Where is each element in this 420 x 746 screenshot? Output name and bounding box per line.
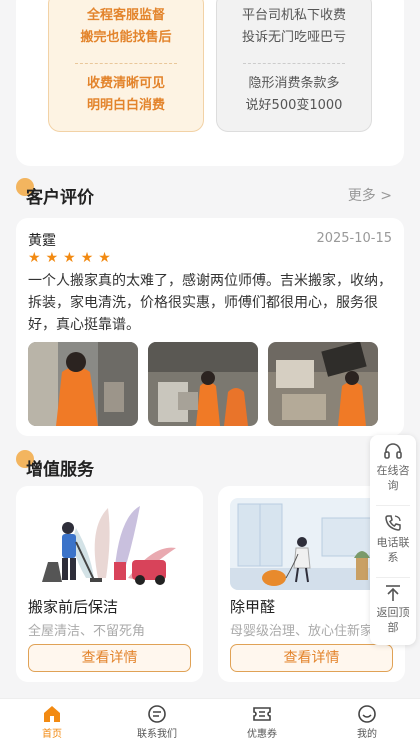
services-header: 增值服务	[16, 450, 404, 482]
tab-mine[interactable]: 我的	[332, 705, 402, 740]
formaldehyde-illustration	[230, 498, 393, 590]
coupon-icon	[253, 707, 271, 721]
phone-icon	[385, 515, 401, 531]
review-date: 2025-10-15	[316, 231, 392, 246]
cleaning-illustration	[28, 498, 191, 590]
reviews-title: 客户评价	[26, 188, 94, 208]
service-title: 搬家前后保洁	[28, 598, 119, 616]
floating-toolbar: 在线咨 询 电话联 系 返回顶 部	[370, 435, 416, 645]
advantage-line-3: 收费清晰可见	[86, 76, 165, 91]
arrow-up-icon	[386, 585, 400, 601]
drawback-line-3: 隐形消费条款多	[248, 76, 340, 91]
online-consult-label-2: 询	[387, 479, 399, 492]
other-platforms-box: 平台司机私下收费 投诉无门吃哑巴亏 隐形消费条款多 说好500变1000	[216, 0, 372, 132]
chat-icon	[148, 705, 166, 723]
online-consult-button[interactable]: 在线咨 询	[370, 441, 416, 493]
star-icon: ★	[28, 250, 41, 266]
review-photo[interactable]	[268, 342, 378, 426]
reviewer-name: 黄霆	[28, 233, 56, 249]
rating-stars: ★ ★ ★ ★ ★	[28, 250, 111, 266]
back-to-top-label-2: 部	[387, 621, 399, 634]
advantage-line-4: 明明白白消费	[86, 98, 165, 113]
tab-coupon-label: 优惠券	[247, 729, 277, 740]
services-title: 增值服务	[26, 460, 94, 480]
drawback-line-4: 说好500变1000	[245, 98, 343, 113]
online-consult-label-1: 在线咨	[376, 464, 410, 477]
divider	[376, 577, 410, 578]
service-subtitle: 母婴级治理、放心住新家	[230, 624, 374, 639]
bottom-tab-bar: 首页 联系我们 优惠券 我的	[0, 698, 420, 746]
drawback-line-2: 投诉无门吃哑巴亏	[241, 30, 346, 45]
star-icon: ★	[80, 250, 94, 266]
reviews-header: 客户评价 更多 >	[16, 178, 404, 210]
phone-contact-button[interactable]: 电话联 系	[370, 513, 416, 565]
advantage-line-1: 全程客服监督	[86, 8, 165, 23]
view-details-button[interactable]: 查看详情	[230, 644, 393, 672]
star-icon: ★	[45, 250, 59, 266]
service-title: 除甲醛	[230, 598, 276, 616]
divider	[75, 63, 177, 64]
back-to-top-button[interactable]: 返回顶 部	[370, 583, 416, 635]
more-reviews-link[interactable]: 更多 >	[348, 185, 392, 205]
drawback-line-1: 平台司机私下收费	[241, 8, 346, 23]
phone-contact-label-2: 系	[387, 551, 399, 564]
tab-home-label: 首页	[42, 729, 62, 740]
smiley-icon	[358, 705, 376, 723]
advantage-line-2: 搬完也能找售后	[80, 30, 172, 45]
tab-contact-label: 联系我们	[137, 729, 177, 740]
review-text: 一个人搬家真的太难了，感谢两位师傅。吉米搬家，收纳，拆装，家电清洗，价格很实惠，…	[28, 273, 392, 333]
star-icon: ★	[63, 250, 76, 266]
service-card-cleaning[interactable]: 搬家前后保洁 全屋清洁、不留死角 查看详情	[16, 486, 203, 682]
tab-home[interactable]: 首页	[17, 705, 87, 740]
home-icon	[44, 706, 60, 722]
review-photo[interactable]	[28, 342, 138, 426]
service-subtitle: 全屋清洁、不留死角	[28, 624, 146, 639]
tab-coupon[interactable]: 优惠券	[227, 705, 297, 740]
platform-advantages-box: 全程客服监督 搬完也能找售后 收费清晰可见 明明白白消费	[48, 0, 204, 132]
star-icon: ★	[98, 250, 111, 266]
back-to-top-label-1: 返回顶	[376, 606, 410, 619]
review-card: 黄霆 2025-10-15 ★ ★ ★ ★ ★ 一个人搬家真的太难了，感谢两位师…	[16, 218, 404, 436]
divider	[243, 63, 345, 64]
view-details-button[interactable]: 查看详情	[28, 644, 191, 672]
phone-contact-label-1: 电话联	[376, 536, 410, 549]
tab-mine-label: 我的	[357, 729, 377, 740]
tab-contact[interactable]: 联系我们	[122, 705, 192, 740]
review-photo[interactable]	[148, 342, 258, 426]
headset-icon	[384, 443, 402, 459]
divider	[376, 505, 410, 506]
